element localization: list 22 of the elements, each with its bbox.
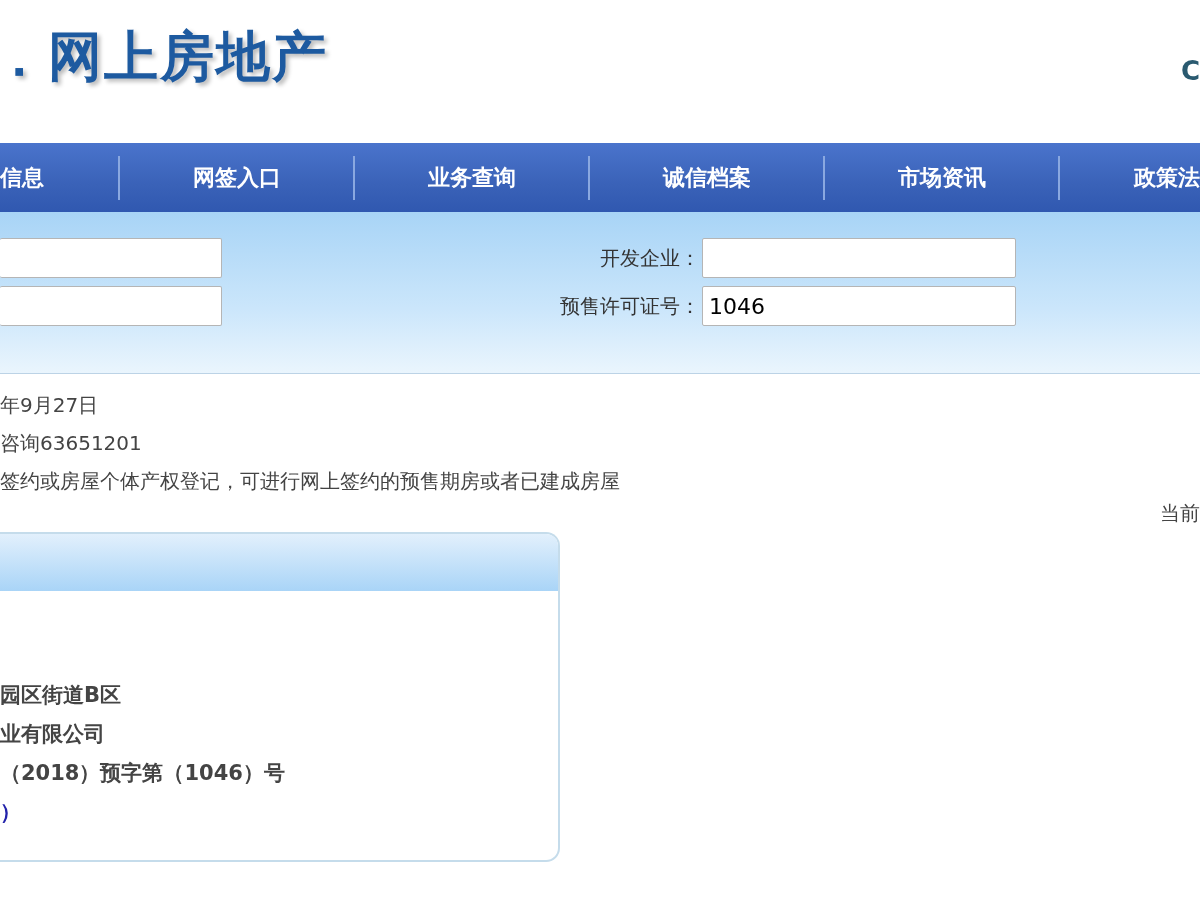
detail-link[interactable]: ）: [0, 793, 21, 832]
notice-text: 咨询63651201: [0, 430, 143, 457]
site-logo-text: ．网上房地产: [0, 24, 328, 84]
search-field[interactable]: [0, 238, 222, 278]
card-text: 园区街道B区: [0, 682, 122, 709]
notice-text: 年9月27日: [0, 392, 100, 419]
header-text: C: [1180, 55, 1200, 88]
search-field[interactable]: [702, 238, 1016, 278]
page-indicator-text: 当前: [1160, 500, 1200, 526]
card-text: 业有限公司: [0, 721, 106, 748]
nav-link[interactable]: 业务查询: [355, 143, 588, 212]
nav-link[interactable]: 诚信档案: [590, 143, 823, 212]
field-label: 开发企业：: [599, 245, 700, 272]
nav-link[interactable]: 市场资讯: [825, 143, 1058, 212]
field-label: 预售许可证号：: [559, 293, 700, 320]
nav-link[interactable]: 信息: [0, 143, 118, 212]
search-field[interactable]: [0, 286, 222, 326]
notice-text: 签约或房屋个体产权登记，可进行网上签约的预售期房或者已建成房屋: [0, 468, 621, 495]
nav-link[interactable]: 政策法: [1060, 143, 1200, 212]
search-field[interactable]: 1046: [702, 286, 1016, 326]
card-text: （2018）预字第（1046）号: [0, 760, 286, 787]
nav-link[interactable]: 网签入口: [120, 143, 353, 212]
